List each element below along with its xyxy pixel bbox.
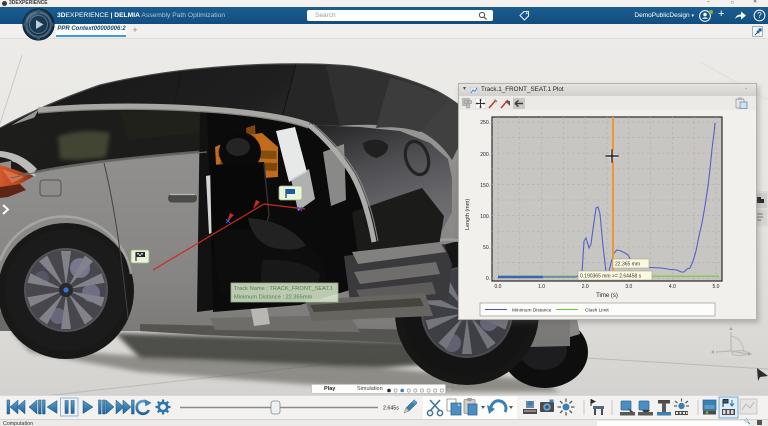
svg-text:Track Name : TRACK_FRONT_SEAT.: Track Name : TRACK_FRONT_SEAT.1 [234,286,333,292]
svg-text:150.: 150. [480,183,490,189]
svg-text:2.0: 2.0 [582,284,589,290]
svg-text:4.0: 4.0 [669,284,676,290]
svg-text:2.645s: 2.645s [383,406,399,412]
svg-text:Time (s): Time (s) [596,293,618,299]
svg-text:Minimum Distance : 22.365mm: Minimum Distance : 22.365mm [234,295,313,301]
svg-text:100.: 100. [480,214,490,220]
svg-text:3.0: 3.0 [625,284,632,290]
svg-text:250.: 250. [480,120,490,126]
svg-text:50.: 50. [483,245,490,251]
svg-text:0.: 0. [486,276,490,282]
svg-text:0.0: 0.0 [495,284,502,290]
svg-text:5.0: 5.0 [713,284,720,290]
svg-text:200.: 200. [480,152,490,158]
svg-text:22.365 mm: 22.365 mm [615,262,640,268]
svg-text:1.0: 1.0 [538,284,545,290]
svg-text:0.190365 mm >= 2.64458 s: 0.190365 mm >= 2.64458 s [580,274,642,280]
svg-text:Clash Limit: Clash Limit [585,308,609,314]
svg-text:Length (mm): Length (mm) [465,199,471,230]
svg-text:Minimum Distance: Minimum Distance [512,308,552,314]
svg-text:?: ? [757,11,762,20]
